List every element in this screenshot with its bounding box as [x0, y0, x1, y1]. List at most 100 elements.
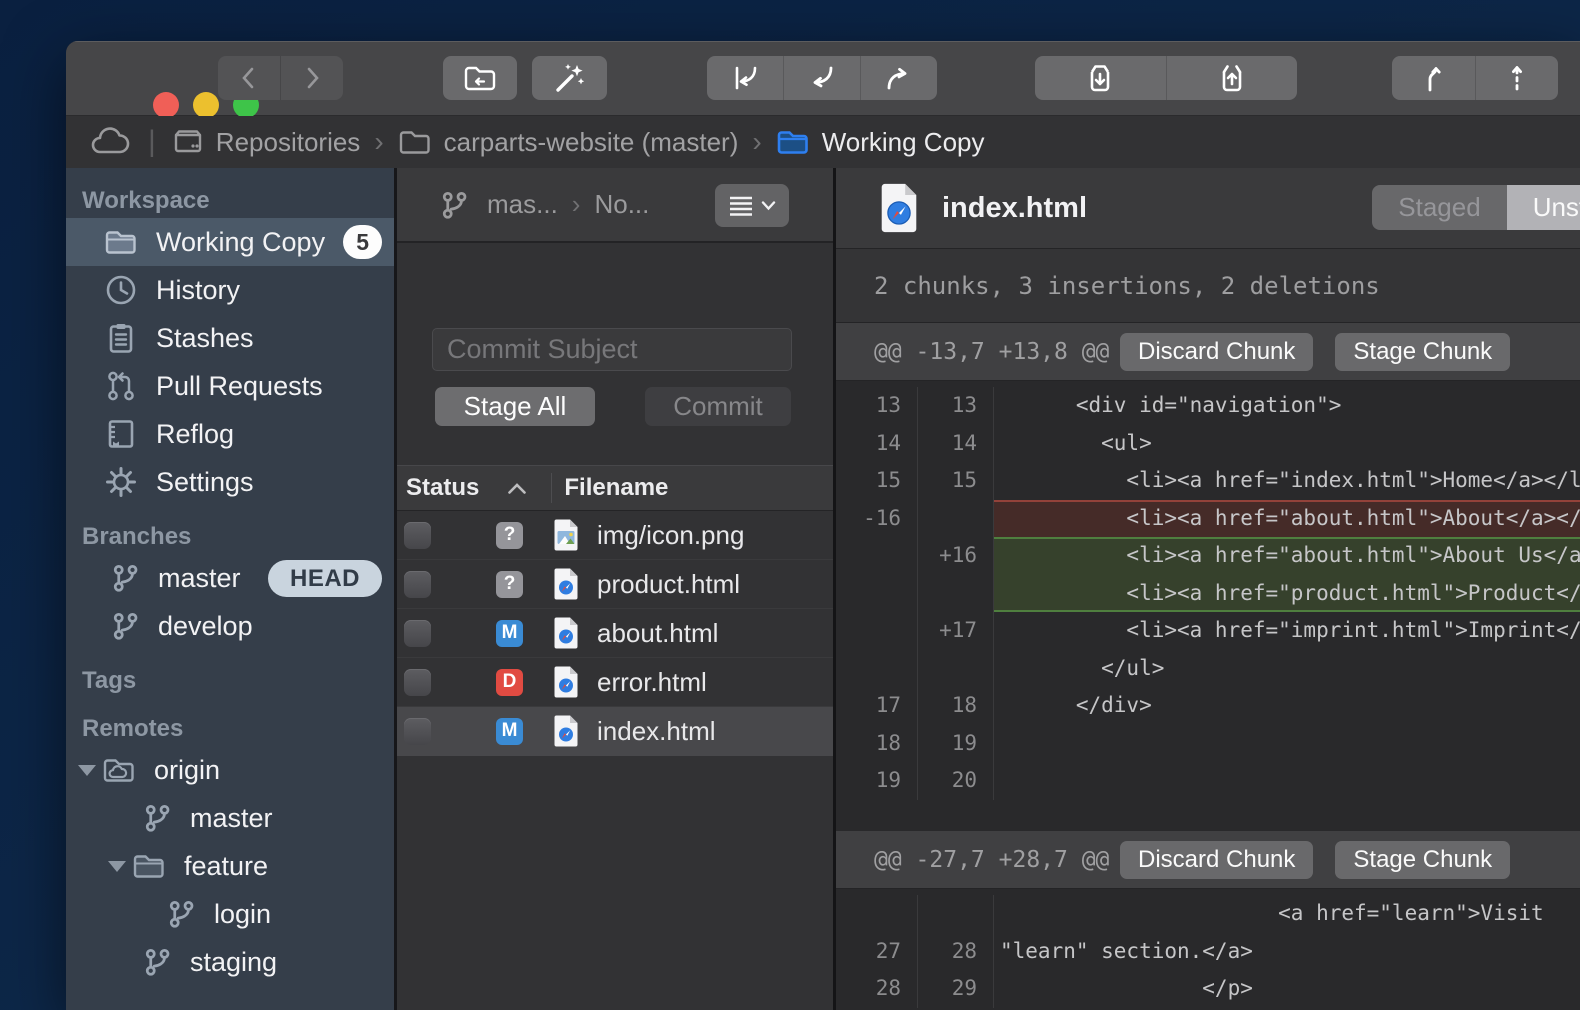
sidebar-item-stashes[interactable]: Stashes	[66, 314, 394, 362]
file-list: ? img/icon.png ?	[397, 511, 833, 1010]
filename: about.html	[597, 618, 718, 649]
folder-icon	[104, 225, 138, 259]
sort-ascending-icon[interactable]	[507, 482, 527, 495]
column-divider[interactable]	[551, 473, 552, 503]
branch-icon	[142, 947, 172, 977]
sidebar-remote-origin[interactable]: origin	[66, 746, 394, 794]
diff-row: 1819	[836, 725, 1580, 763]
minimize-window-button[interactable]	[193, 92, 219, 118]
branch-icon	[439, 190, 469, 220]
html-file-icon	[552, 714, 580, 748]
commit-button[interactable]: Commit	[645, 387, 791, 426]
stash-group	[1035, 56, 1297, 100]
sidebar-item-label: Settings	[156, 467, 254, 498]
chunk-header-1: @@ -13,7 +13,8 @@ Discard Chunk Stage Ch…	[836, 323, 1580, 381]
clock-icon	[104, 273, 138, 307]
code-line: <div id="navigation">	[994, 387, 1580, 425]
push-button[interactable]	[860, 56, 937, 100]
sidebar-branch-develop[interactable]: develop	[66, 602, 394, 650]
commit-branch-crumb[interactable]: mas...	[487, 189, 558, 220]
sidebar-remote-folder-feature[interactable]: feature	[66, 842, 394, 890]
stage-checkbox[interactable]	[404, 669, 431, 696]
stage-chunk-button[interactable]: Stage Chunk	[1335, 333, 1510, 371]
breadcrumb-label: Working Copy	[822, 127, 985, 158]
open-repository-button[interactable]	[443, 56, 517, 100]
file-row[interactable]: D error.html	[397, 658, 833, 707]
image-file-icon	[552, 518, 580, 552]
sidebar-branch-master[interactable]: master HEAD	[66, 554, 394, 602]
file-icon	[552, 665, 580, 699]
view-options-button[interactable]	[715, 184, 789, 227]
nav-group	[218, 56, 343, 100]
status-column-header[interactable]: Status	[406, 474, 479, 502]
pop-stash-icon	[1217, 62, 1247, 94]
code-line: </ul>	[994, 650, 1580, 688]
breadcrumb-working-copy[interactable]: Working Copy	[776, 127, 985, 158]
diff-row: 2829 </p>	[836, 970, 1580, 1008]
rebase-button[interactable]	[1475, 56, 1558, 100]
back-button[interactable]	[218, 56, 280, 100]
file-row[interactable]: M index.html	[397, 707, 833, 756]
sidebar-item-working-copy[interactable]: Working Copy 5	[66, 218, 394, 266]
file-row[interactable]: ? product.html	[397, 560, 833, 609]
close-window-button[interactable]	[153, 92, 179, 118]
html-file-icon	[878, 182, 920, 234]
diff-row: <li><a href="product.html">Product</a></…	[836, 575, 1580, 613]
working-copy-count-badge: 5	[343, 225, 382, 259]
file-row[interactable]: M about.html	[397, 609, 833, 658]
sidebar-remote-branch-staging[interactable]: staging	[66, 938, 394, 986]
forward-button[interactable]	[280, 56, 343, 100]
chevron-right-icon: ›	[572, 189, 581, 220]
stage-checkbox[interactable]	[404, 571, 431, 598]
new-line-number: 20	[918, 762, 994, 800]
stage-checkbox[interactable]	[404, 620, 431, 647]
file-row[interactable]: ? img/icon.png	[397, 511, 833, 560]
sync-group	[707, 56, 937, 100]
old-line-number	[836, 575, 918, 613]
new-line-number: 28	[918, 933, 994, 971]
unstaged-tab[interactable]: Unstaged	[1507, 185, 1580, 230]
sidebar-remote-branch-master[interactable]: master	[66, 794, 394, 842]
new-line-number: 18	[918, 687, 994, 725]
disclosure-triangle-icon[interactable]	[76, 762, 98, 778]
sidebar-item-reflog[interactable]: Reflog	[66, 410, 394, 458]
breadcrumb-repo[interactable]: carparts-website (master)	[398, 127, 739, 158]
create-branch-button[interactable]	[1392, 56, 1475, 100]
code-line	[994, 762, 1580, 800]
commit-target-crumb[interactable]: No...	[594, 189, 649, 220]
stash-button[interactable]	[1035, 56, 1166, 100]
quick-launch-button[interactable]	[532, 56, 607, 100]
disclosure-triangle-icon[interactable]	[106, 858, 128, 874]
commit-subject-input[interactable]	[432, 328, 792, 371]
stage-chunk-button[interactable]: Stage Chunk	[1335, 841, 1510, 879]
fetch-button[interactable]	[707, 56, 783, 100]
pop-stash-button[interactable]	[1166, 56, 1298, 100]
breadcrumb-repositories[interactable]: Repositories	[172, 127, 361, 158]
head-badge: HEAD	[268, 560, 382, 597]
file-list-header: Status Filename	[397, 465, 833, 511]
diff-row: 1920	[836, 762, 1580, 800]
staged-tab[interactable]: Staged	[1372, 185, 1506, 230]
chevron-right-icon: ›	[752, 126, 761, 158]
discard-chunk-button[interactable]: Discard Chunk	[1120, 841, 1313, 879]
stage-checkbox[interactable]	[404, 522, 431, 549]
branch-label: develop	[158, 611, 253, 642]
commit-destination-bar: mas... › No...	[397, 168, 833, 243]
breadcrumb: | Repositories › carparts-website (maste…	[66, 116, 1580, 169]
chunk-rows-0: 1313 <div id="navigation">1414 <ul>1515 …	[836, 381, 1580, 831]
sidebar-remote-branch-login[interactable]: login	[66, 890, 394, 938]
sidebar-item-settings[interactable]: Settings	[66, 458, 394, 506]
new-line-number: +16	[918, 537, 994, 575]
pull-button[interactable]	[783, 56, 860, 100]
diff-summary: 2 chunks, 3 insertions, 2 deletions	[836, 249, 1580, 323]
filename-column-header[interactable]: Filename	[564, 474, 668, 502]
cloud-icon[interactable]	[88, 126, 132, 158]
sidebar-item-label: Reflog	[156, 419, 234, 450]
discard-chunk-button[interactable]: Discard Chunk	[1120, 333, 1313, 371]
new-line-number: 14	[918, 425, 994, 463]
sidebar-item-history[interactable]: History	[66, 266, 394, 314]
stage-checkbox[interactable]	[404, 718, 431, 745]
sidebar-item-pull-requests[interactable]: Pull Requests	[66, 362, 394, 410]
status-badge: M	[496, 718, 523, 745]
stage-all-button[interactable]: Stage All	[435, 387, 595, 426]
